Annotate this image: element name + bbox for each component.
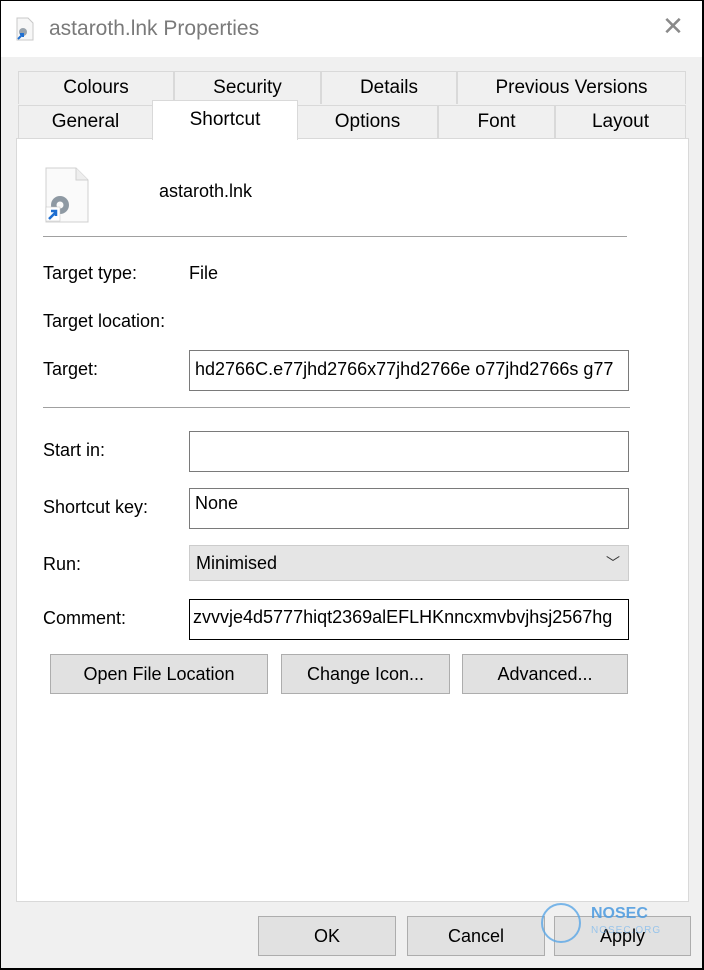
tab-general[interactable]: General — [18, 105, 153, 138]
watermark-logo-icon — [541, 903, 581, 943]
watermark-sub: NOSEC.ORG — [591, 925, 662, 936]
ok-button[interactable]: OK — [258, 916, 396, 956]
run-select-value: Minimised — [196, 553, 278, 573]
shortcut-panel: astaroth.lnk Target type: File Target lo… — [16, 138, 689, 902]
shortcut-key-input[interactable]: None — [189, 488, 629, 529]
tab-font[interactable]: Font — [438, 105, 555, 138]
start-in-label: Start in: — [43, 440, 106, 460]
run-label: Run: — [43, 554, 82, 574]
target-type-value: File — [189, 263, 219, 283]
tab-shortcut[interactable]: Shortcut — [152, 100, 298, 140]
chevron-down-icon: ﹀ — [606, 555, 620, 571]
open-file-location-button[interactable]: Open File Location — [50, 654, 268, 694]
tab-options[interactable]: Options — [297, 105, 438, 138]
tab-previous-versions[interactable]: Previous Versions — [457, 71, 686, 104]
target-type-label: Target type: — [43, 263, 138, 283]
shortcut-file-icon — [45, 167, 89, 223]
tab-colours[interactable]: Colours — [18, 71, 174, 104]
shortcut-file-icon — [16, 17, 34, 41]
shortcut-key-label: Shortcut key: — [43, 497, 149, 517]
advanced-button[interactable]: Advanced... — [462, 654, 628, 694]
close-icon[interactable]: ✕ — [662, 13, 684, 39]
target-label: Target: — [43, 359, 99, 379]
tab-details[interactable]: Details — [321, 71, 457, 104]
watermark-brand: NOSEC — [591, 905, 648, 922]
watermark: NOSEC NOSEC.ORG — [541, 903, 671, 947]
target-location-label: Target location: — [43, 311, 166, 331]
target-input[interactable]: hd2766C.e77jhd2766x77jhd2766e o77jhd2766… — [189, 350, 629, 391]
start-in-input[interactable] — [189, 431, 629, 472]
divider — [43, 407, 630, 408]
change-icon-button[interactable]: Change Icon... — [281, 654, 450, 694]
divider — [43, 236, 627, 237]
shortcut-filename: astaroth.lnk — [159, 181, 253, 201]
comment-input[interactable]: zvvvje4d5777hiqt2369alEFLHKnncxmvbvjhsj2… — [189, 599, 629, 640]
cancel-button[interactable]: Cancel — [407, 916, 545, 956]
tab-layout[interactable]: Layout — [555, 105, 686, 138]
properties-window: astaroth.lnk Properties ✕ Colours Securi… — [1, 1, 702, 968]
window-title: astaroth.lnk Properties — [49, 17, 260, 40]
title-bar: astaroth.lnk Properties ✕ — [1, 1, 702, 57]
run-select[interactable]: Minimised ﹀ — [189, 545, 629, 581]
comment-label: Comment: — [43, 608, 127, 628]
